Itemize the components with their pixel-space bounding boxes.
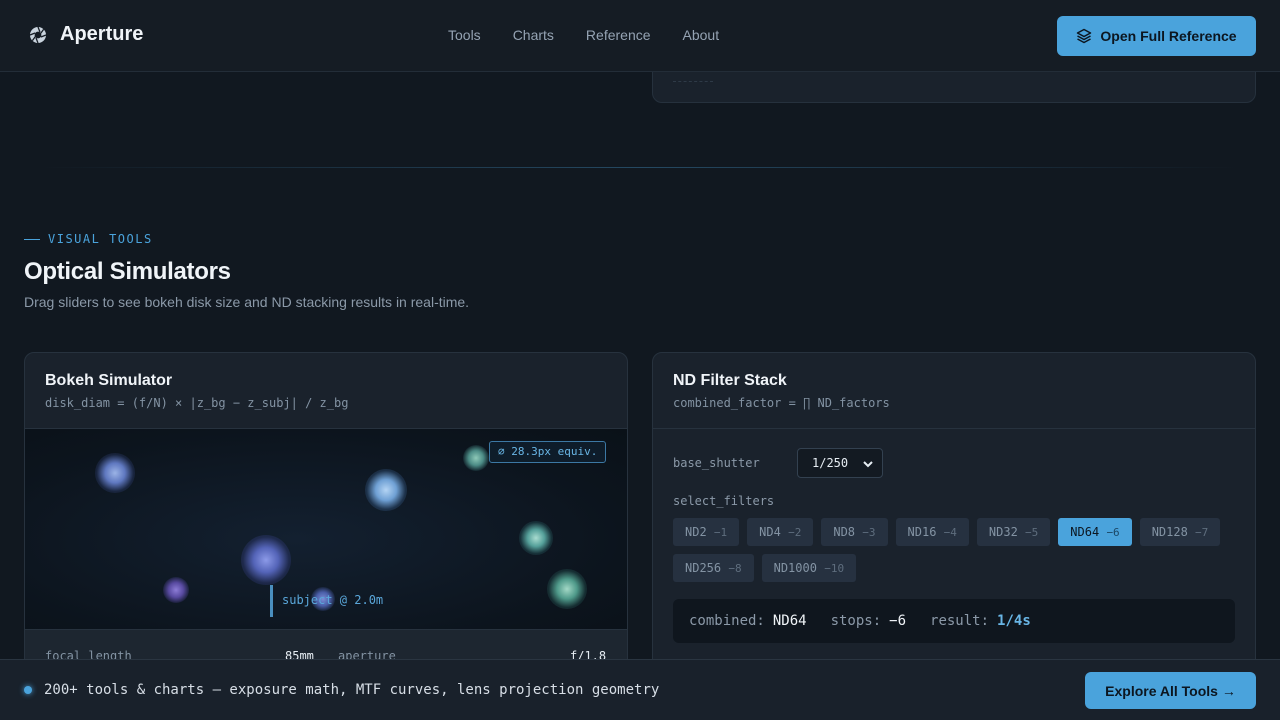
base-shutter-label: base_shutter <box>673 456 760 470</box>
bokeh-disk <box>241 535 291 585</box>
nav-item-tools[interactable]: Tools <box>448 27 481 43</box>
section-divider <box>40 167 1240 168</box>
nd-filter-chips: ND2 −1 ND4 −2 ND8 −3 ND16 −4 ND32 −5 ND64 −6 N… <box>673 518 1233 590</box>
nav-item-about[interactable]: About <box>683 27 720 43</box>
nd-filter-name: ND1000 <box>773 561 817 575</box>
nd-filter-chip-nd8[interactable]: ND8 −3 <box>821 518 888 546</box>
bottom-bar-text: 200+ tools & charts — exposure math, MTF… <box>44 682 660 698</box>
section-title: Optical Simulators <box>24 258 231 285</box>
nd-filter-stops: −6 <box>1106 526 1120 539</box>
nd-filter-chip-nd1000[interactable]: ND1000 −10 <box>761 554 857 582</box>
nd-filter-stops: −10 <box>824 562 845 575</box>
eyebrow-line <box>24 238 40 240</box>
nd-filter-name: ND2 <box>685 525 707 539</box>
main-nav: Tools Charts Reference About <box>448 27 751 43</box>
card-header: ND Filter Stack combined_factor = ∏ ND_f… <box>653 353 1255 429</box>
bokeh-simulator-card: Bokeh Simulator disk_diam = (f/N) × |z_b… <box>24 352 628 682</box>
nav-item-charts[interactable]: Charts <box>513 27 554 43</box>
nd-filter-chip-nd2[interactable]: ND2 −1 <box>673 518 740 546</box>
nd-filter-name: ND128 <box>1151 525 1188 539</box>
layers-icon <box>1077 28 1092 44</box>
bokeh-disk <box>547 569 587 609</box>
card-title: ND Filter Stack <box>673 372 787 389</box>
open-full-reference-label: Open Full Reference <box>1100 28 1237 44</box>
stops-value: −6 <box>889 613 907 629</box>
nd-filter-stops: −1 <box>713 526 728 539</box>
nav-item-reference[interactable]: Reference <box>586 27 651 43</box>
combined-value: ND64 <box>772 613 807 629</box>
card-formula: disk_diam = (f/N) × |z_bg − z_subj| / z_… <box>45 396 349 410</box>
result-value: 1/4s <box>997 613 1031 629</box>
subject-marker <box>270 585 273 617</box>
nd-filter-chip-nd4[interactable]: ND4 −2 <box>747 518 814 546</box>
stops-key: stops: <box>830 613 882 629</box>
chevron-down-icon <box>863 461 873 468</box>
bokeh-disk <box>463 445 489 471</box>
card-formula: combined_factor = ∏ ND_factors <box>673 396 890 410</box>
nd-filter-name: ND8 <box>833 525 856 539</box>
section-eyebrow: VISUAL TOOLS <box>24 232 153 246</box>
bokeh-disk <box>95 453 135 493</box>
nd-filter-stops: −3 <box>862 526 876 539</box>
aperture-icon <box>29 26 47 43</box>
nd-filter-stack-card: ND Filter Stack combined_factor = ∏ ND_f… <box>652 352 1256 682</box>
bokeh-canvas[interactable]: ⌀ 28.3px equiv. subject @ 2.0m <box>25 429 627 629</box>
divider <box>673 81 713 82</box>
nd-filter-stops: −4 <box>943 526 957 539</box>
nd-filter-stops: −2 <box>788 526 802 539</box>
open-full-reference-button[interactable]: Open Full Reference <box>1057 16 1256 56</box>
result-key: result: <box>930 613 990 629</box>
nd-filter-chip-nd64[interactable]: ND64 −6 <box>1058 518 1132 546</box>
brand[interactable]: Aperture <box>28 23 143 46</box>
section-subtitle: Drag sliders to see bokeh disk size and … <box>24 294 470 310</box>
nd-filter-stops: −8 <box>728 562 742 575</box>
nd-filter-chip-nd32[interactable]: ND32 −5 <box>976 518 1051 546</box>
brand-name: Aperture <box>60 23 144 45</box>
nd-filter-stops: −7 <box>1195 526 1209 539</box>
status-dot <box>24 686 32 694</box>
nd-filter-chip-nd256[interactable]: ND256 −8 <box>673 554 754 582</box>
base-shutter-row: base_shutter 1/250 <box>673 448 883 478</box>
combined-key: combined: <box>689 613 765 629</box>
bottom-cta-bar: 200+ tools & charts — exposure math, MTF… <box>0 659 1280 720</box>
nd-filter-stops: −5 <box>1025 526 1039 539</box>
bokeh-disk <box>365 469 407 511</box>
base-shutter-select[interactable]: 1/250 <box>797 448 883 478</box>
nd-filter-name: ND4 <box>759 525 781 539</box>
nd-result: combined: ND64 stops: −6 result: 1/4s <box>673 599 1235 643</box>
card-title: Bokeh Simulator <box>45 372 173 389</box>
disk-equiv-badge: ⌀ 28.3px equiv. <box>489 441 607 463</box>
nd-filter-name: ND64 <box>1070 525 1100 539</box>
select-filters-label: select_filters <box>673 494 775 508</box>
base-shutter-value: 1/250 <box>812 456 849 470</box>
card-header: Bokeh Simulator disk_diam = (f/N) × |z_b… <box>25 353 627 429</box>
explore-all-tools-button[interactable]: Explore All Tools → <box>1085 672 1256 709</box>
subject-label: subject @ 2.0m <box>282 593 384 607</box>
nd-filter-chip-nd16[interactable]: ND16 −4 <box>895 518 969 546</box>
nd-filter-name: ND32 <box>988 525 1018 539</box>
top-nav: Aperture Tools Charts Reference About Op… <box>0 0 1280 72</box>
bokeh-disk <box>163 577 189 603</box>
nd-filter-name: ND16 <box>907 525 937 539</box>
nd-filter-name: ND256 <box>685 561 722 575</box>
nd-filter-chip-nd128[interactable]: ND128 −7 <box>1139 518 1221 546</box>
eyebrow-text: VISUAL TOOLS <box>48 232 153 246</box>
bokeh-disk <box>519 521 553 555</box>
